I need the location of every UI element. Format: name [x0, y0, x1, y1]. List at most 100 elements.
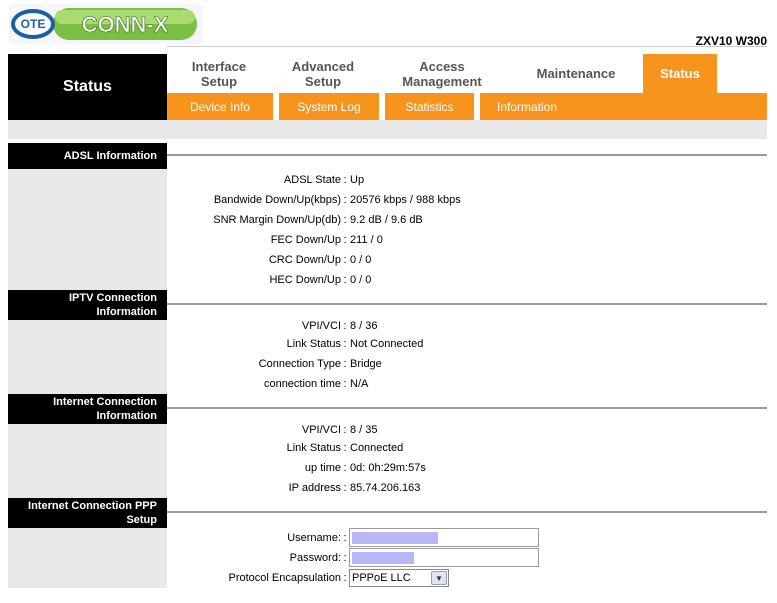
row-label: CRC Down/Up: [268, 254, 341, 266]
row-label: Bandwide Down/Up(kbps): [213, 194, 341, 206]
colon: :: [343, 214, 347, 226]
row-value: 9.2 dB / 9.6 dB: [350, 214, 423, 226]
row-value: 20576 kbps / 988 kbps: [350, 194, 461, 206]
protocol-row: Protocol Encapsulation: PPPoE LLC ▼: [167, 568, 767, 588]
row-value: 85.74.206.163: [350, 482, 421, 494]
row-value: 0 / 0: [350, 274, 372, 286]
tab-label: Status: [660, 66, 700, 81]
info-row: VPI/VCI:8 / 35: [167, 420, 767, 440]
section-header-text: ADSL Information: [63, 150, 157, 162]
tab-label-line2: Setup: [304, 73, 342, 89]
info-row: FEC Down/Up:211 / 0: [167, 230, 767, 250]
section-header-line2: Setup: [126, 514, 157, 526]
row-label: Link Status: [286, 442, 341, 454]
colon: :: [343, 442, 347, 454]
ote-conn-x-logo: OTE CONN-X: [9, 4, 203, 44]
section-divider: [167, 303, 767, 305]
main-nav: Interface Setup Advanced Setup Access Manag…: [167, 54, 767, 93]
tab-label-line2: Setup: [200, 73, 238, 89]
section-header-line1: IPTV Connection: [69, 292, 157, 304]
row-value: Connected: [350, 442, 404, 454]
section-header-line2: Information: [96, 306, 158, 318]
logo-name: CONN-X: [82, 12, 169, 37]
section-divider: [167, 154, 767, 156]
colon: :: [343, 174, 347, 186]
row-label: HEC Down/Up: [269, 274, 341, 286]
tab-access-management[interactable]: Access Management: [375, 54, 509, 93]
section-header-iptv: IPTV Connection Information: [8, 290, 167, 320]
section-header-line2: Information: [96, 410, 158, 422]
left-panel: [8, 528, 167, 588]
subnav-device-info[interactable]: Device Info: [167, 93, 273, 120]
section-header-line1: Internet Connection PPP: [28, 500, 157, 512]
colon: :: [343, 358, 347, 370]
left-panel: [8, 169, 167, 290]
subnav-information[interactable]: Information: [480, 93, 574, 120]
colon: :: [343, 424, 347, 436]
redacted-value: [352, 532, 438, 544]
left-panel: [8, 320, 167, 394]
tab-maintenance[interactable]: Maintenance: [509, 54, 643, 93]
redacted-value: [352, 552, 414, 564]
row-value: N/A: [350, 378, 369, 390]
info-row: HEC Down/Up:0 / 0: [167, 270, 767, 290]
info-row: Link Status: Connected: [167, 438, 767, 458]
row-value: Up: [350, 174, 365, 186]
tab-label-line1: Advanced: [291, 58, 355, 74]
protocol-selected-value: PPPoE LLC: [352, 572, 411, 584]
row-value: Not Connected: [350, 338, 424, 350]
row-value: 211 / 0: [350, 234, 383, 246]
row-label: up time: [304, 462, 341, 474]
username-row: Username::: [167, 528, 767, 547]
section-title-status: Status: [8, 54, 167, 120]
colon: :: [343, 531, 347, 544]
info-row: Bandwide Down/Up(kbps):20576 kbps / 988 …: [167, 190, 767, 210]
subnav-system-log[interactable]: System Log: [279, 93, 379, 120]
info-row: IP address:85.74.206.163: [167, 478, 767, 498]
row-value: 8 / 35: [350, 424, 378, 436]
tab-label: Maintenance: [536, 66, 616, 81]
top-divider: [167, 46, 767, 47]
colon: :: [343, 551, 347, 564]
colon: :: [343, 254, 347, 266]
content-top-band: [8, 120, 767, 139]
row-label: VPI/VCI: [301, 320, 341, 332]
tab-advanced-setup[interactable]: Advanced Setup: [271, 54, 375, 93]
colon: :: [343, 194, 347, 206]
info-row: up time:0d: 0h:29m:57s: [167, 458, 767, 478]
section-header-ppp: Internet Connection PPP Setup: [8, 498, 167, 528]
colon: :: [343, 338, 347, 350]
chevron-down-icon[interactable]: ▼: [431, 571, 447, 585]
protocol-label: Protocol Encapsulation: [228, 572, 341, 584]
info-row: VPI/VCI:8 / 36: [167, 316, 767, 336]
colon: :: [343, 320, 347, 332]
row-value: 8 / 36: [350, 320, 378, 332]
colon: :: [343, 482, 347, 494]
tab-label-line1: Access: [419, 58, 465, 74]
section-header-adsl: ADSL Information: [8, 143, 167, 169]
tab-interface-setup[interactable]: Interface Setup: [167, 54, 271, 93]
section-divider: [167, 407, 767, 409]
password-label: Password:: [289, 551, 341, 564]
sub-nav: Device Info System Log Statistics Inform…: [167, 93, 767, 120]
username-input[interactable]: [349, 528, 539, 547]
info-row: Link Status: Not Connected: [167, 334, 767, 354]
protocol-select[interactable]: PPPoE LLC ▼: [349, 569, 449, 587]
info-row: ADSL State: Up: [167, 170, 767, 190]
row-label: ADSL State: [283, 174, 341, 186]
password-input[interactable]: [349, 548, 539, 567]
info-row: CRC Down/Up:0 / 0: [167, 250, 767, 270]
row-label: Connection Type: [258, 358, 341, 370]
section-divider: [167, 511, 767, 513]
colon: :: [343, 234, 347, 246]
row-label: VPI/VCI: [301, 424, 341, 436]
password-row: Password::: [167, 548, 767, 567]
colon: :: [343, 274, 347, 286]
row-label: SNR Margin Down/Up(db): [213, 214, 341, 226]
subnav-statistics[interactable]: Statistics: [385, 93, 474, 120]
logo-prefix: OTE: [21, 17, 46, 31]
colon: :: [343, 572, 347, 584]
tab-status[interactable]: Status: [643, 54, 717, 93]
colon: :: [343, 378, 347, 390]
tab-label-line1: Interface: [191, 58, 247, 74]
